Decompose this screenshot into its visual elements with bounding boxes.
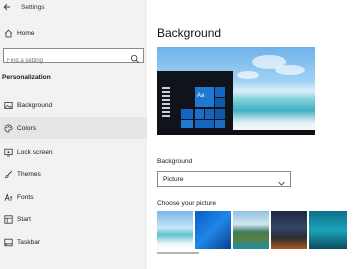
brush-icon [3,169,13,179]
sidebar-item-taskbar[interactable]: Taskbar [0,231,147,253]
picture-thumbnail-coast[interactable] [233,211,269,249]
chevron-down-icon [277,175,286,186]
lock-screen-icon [3,147,13,157]
start-tile [181,109,193,119]
main-content: Background Aa Background Picture Choose … [147,0,358,269]
taskbar-icon [3,237,13,247]
choose-picture-label: Choose your picture [157,200,217,207]
sidebar-item-colors[interactable]: Colors [0,117,147,139]
sidebar-item-fonts[interactable]: Fonts [0,186,147,208]
start-tile [215,98,225,107]
start-tile [215,87,225,97]
sidebar-item-lock-screen[interactable]: Lock screen [0,141,147,163]
search-icon[interactable] [130,51,140,64]
home-nav-item[interactable]: Home [0,26,147,40]
sidebar-item-start[interactable]: Start [0,208,147,230]
picture-thumbnail-windows[interactable] [195,211,231,249]
section-title: Personalization [2,74,51,81]
picture-thumbnail-night[interactable] [271,211,307,249]
thumbnail-scrollbar[interactable] [157,252,199,254]
background-label: Background [157,158,193,165]
search-input[interactable] [4,54,124,68]
picture-thumbnail-beach[interactable] [157,211,193,249]
search-box[interactable] [3,48,144,68]
background-dropdown-value: Picture [163,175,184,183]
sidebar-item-label: Background [17,101,53,109]
start-tile [181,120,193,128]
start-icon [3,214,13,224]
page-title: Background [157,26,222,40]
start-menu-list [160,85,173,127]
sidebar-item-label: Themes [17,170,41,178]
start-tile [215,109,225,119]
fonts-icon [3,192,13,202]
sidebar-item-themes[interactable]: Themes [0,163,147,185]
sidebar-item-label: Lock screen [17,148,53,156]
palette-icon [3,123,13,133]
start-tile [195,120,214,128]
start-tile [215,120,225,128]
sidebar-item-background[interactable]: Background [0,94,147,116]
image-icon [3,100,13,110]
sidebar-item-label: Start [17,215,31,223]
window-title: Settings [21,3,45,11]
picture-thumbnail-underwater[interactable] [309,211,347,249]
background-dropdown[interactable]: Picture [157,171,291,187]
home-label: Home [17,29,35,37]
start-tile [205,109,214,119]
title-bar: Settings [0,0,147,14]
picture-thumbnails [157,211,358,251]
sidebar-item-label: Colors [17,124,37,132]
desktop-preview: Aa [157,47,315,135]
home-icon [3,28,13,38]
sidebar-item-label: Taskbar [17,238,41,246]
taskbar-preview [157,130,315,135]
back-arrow-icon[interactable] [0,0,14,14]
cloud-shape [237,71,259,79]
sidebar: Settings Home Personalization Background… [0,0,147,269]
cloud-shape [275,65,305,75]
sidebar-item-label: Fonts [17,193,34,201]
start-tile [195,109,204,119]
sample-text-tile: Aa [197,93,205,99]
